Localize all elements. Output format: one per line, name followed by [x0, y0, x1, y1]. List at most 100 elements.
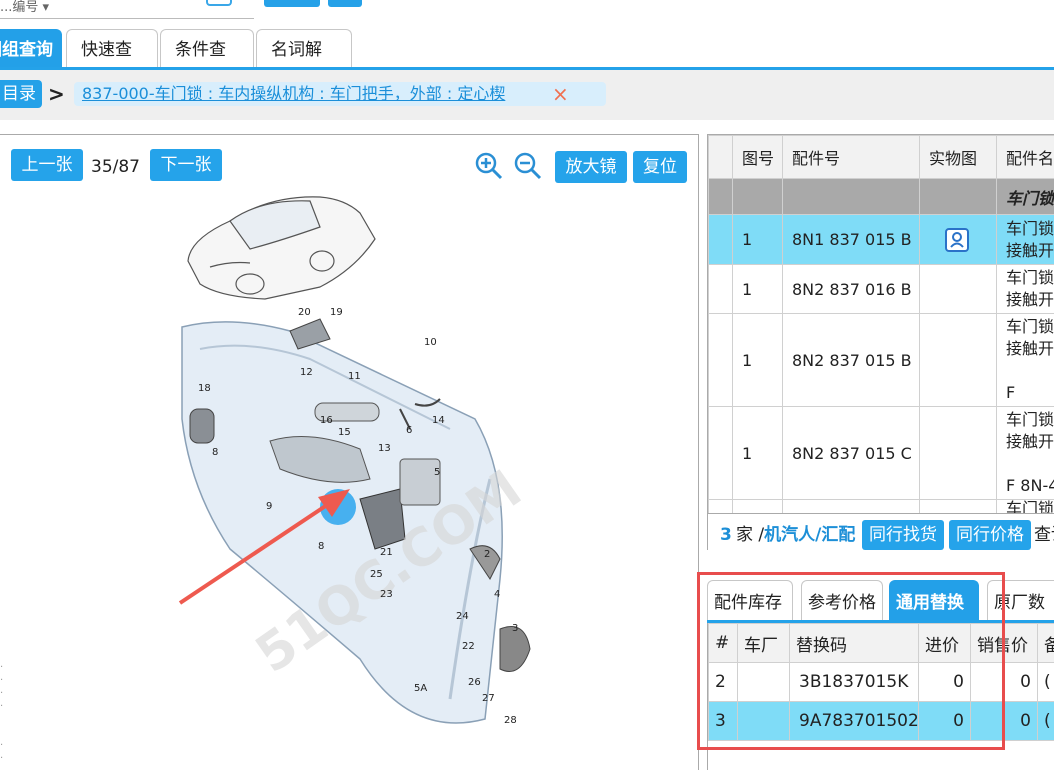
tab-condition-query[interactable]: 条件查询 [160, 29, 254, 100]
tab-label: 通用替换 [896, 593, 964, 613]
cell-replacement-code[interactable]: 3B1837015K [789, 662, 919, 702]
cell-note: ( [1037, 662, 1054, 702]
cell-part-no[interactable]: 8N2 837 015 C [782, 406, 920, 500]
cell-index: 2 [708, 662, 738, 702]
name-line: 车门锁， [1006, 218, 1054, 238]
callout-label: 23 [380, 589, 393, 600]
cell-sale-price: 0 [970, 662, 1038, 702]
diagram-viewer: 上一张 35/87 下一张 放大镜 复位 51QC.COM 20 19 12 1… [0, 134, 699, 770]
cell-figure-no [732, 499, 783, 513]
callout-label: 10 [424, 337, 437, 348]
column-header[interactable]: 替换码 [789, 623, 919, 663]
cell-index: 3 [708, 701, 738, 741]
detail-tabs: 配件库存 参考价格 通用替换 原厂数据 [707, 580, 1054, 657]
peer-price-button[interactable]: 同行价格 [949, 520, 1031, 550]
cell-part-no[interactable]: 8N1 837 015 B [782, 214, 920, 265]
breadcrumb-root-button[interactable]: 目录 [0, 80, 42, 108]
name-line: 接触开关 [1006, 290, 1054, 309]
supplier-text: 家 /机汽人/汇配 [736, 514, 855, 556]
callout-label: 20 [298, 307, 311, 318]
magnifier-button[interactable]: 放大镜 [555, 151, 627, 183]
column-header[interactable]: # [708, 623, 738, 663]
cell-replacement-code[interactable]: 9A783701502 [789, 701, 919, 741]
row-gutter-header [708, 135, 733, 179]
callout-label: 5 [434, 467, 440, 478]
column-header[interactable]: 图号 [732, 135, 783, 179]
column-header[interactable]: 配件号 [782, 135, 920, 179]
callout-label: 11 [348, 371, 361, 382]
callout-label: 19 [330, 307, 343, 318]
close-icon[interactable]: × [552, 82, 569, 106]
cell-photo[interactable] [919, 214, 997, 265]
group-label: 车门锁 [996, 178, 1054, 215]
callout-label: 14 [432, 415, 445, 426]
table-row[interactable]: 车门锁 [708, 499, 1054, 513]
column-header[interactable]: 备 [1037, 623, 1054, 663]
cell-cost: 0 [918, 701, 971, 741]
table-row[interactable]: 1 8N1 837 015 B 车门锁，接触开关 [708, 214, 1054, 265]
callout-label: 4 [494, 589, 500, 600]
tab-oem-data[interactable]: 原厂数据 [987, 580, 1054, 657]
table-row[interactable]: 3 9A783701502 0 0 ( [708, 701, 1054, 741]
tab-reference-price[interactable]: 参考价格 [801, 580, 883, 620]
column-header[interactable]: 销售价 [970, 623, 1038, 663]
column-header[interactable]: 实物图 [919, 135, 997, 179]
top-menu-button[interactable] [328, 0, 362, 7]
breadcrumb-separator: > [48, 82, 65, 106]
column-header[interactable]: 配件名称 [996, 135, 1054, 179]
column-header[interactable]: 车厂 [737, 623, 790, 663]
photo-icon[interactable] [945, 227, 969, 252]
parts-list: 图号 配件号 实物图 配件名称 车门锁 1 8N1 837 015 B 车门锁，… [707, 134, 1054, 514]
breadcrumb-current: 837-000-车门锁 : 车内操纵机构 : 车门把手，外部 : 定心楔 × [74, 82, 606, 106]
callout-label: 2 [484, 549, 490, 560]
tab-quick-query[interactable]: 快速查询 [66, 29, 158, 100]
cell-part-no[interactable]: 8N2 837 016 B [782, 264, 920, 314]
callout-label: 6 [406, 425, 412, 436]
cell-part-no[interactable]: 8N2 837 015 B [782, 313, 920, 407]
callout-label: 5A [414, 683, 427, 694]
name-line: 车门锁， [1006, 317, 1054, 336]
query-link[interactable]: 查询 [1034, 514, 1054, 556]
cell-photo [919, 406, 997, 500]
peer-find-button[interactable]: 同行找货 [862, 520, 944, 550]
side-caption: · · · · · · [0, 662, 4, 764]
supplier-prefix: 家 / [736, 525, 765, 545]
zoom-in-icon[interactable] [474, 151, 504, 181]
parts-diagram[interactable]: 51QC.COM 20 19 12 11 10 18 16 15 13 6 14… [170, 179, 550, 739]
annotation-arrow [178, 489, 350, 605]
cell-figure-no: 1 [732, 406, 783, 500]
table-row[interactable]: 2 3B1837015K 0 0 ( [708, 662, 1054, 702]
tab-glossary[interactable]: 名词解释 [256, 29, 352, 100]
supplier-names-link[interactable]: 机汽人/汇配 [764, 525, 855, 545]
table-row[interactable]: 1 8N2 837 016 B 车门锁， 接触开关 [708, 264, 1054, 314]
parts-table: 图号 配件号 实物图 配件名称 车门锁 1 8N1 837 015 B 车门锁，… [708, 135, 1054, 513]
tab-group-query[interactable]: 图组查询 [0, 29, 62, 67]
cell-cost: 0 [918, 662, 971, 702]
zoom-out-icon[interactable] [513, 151, 543, 181]
callout-label: 24 [456, 611, 469, 622]
cell-figure-no: 1 [732, 264, 783, 314]
tab-stock[interactable]: 配件库存 [707, 580, 793, 620]
cell-part-name: 车门锁，接触开关 [996, 214, 1054, 265]
column-header[interactable]: 进价 [918, 623, 971, 663]
main-tabs: 图组查询 快速查询 条件查询 名词解释 [0, 29, 1054, 100]
next-image-button[interactable]: 下一张 [150, 149, 222, 181]
top-search-button[interactable] [264, 0, 320, 7]
breadcrumb-path-link[interactable]: 837-000-车门锁 : 车内操纵机构 : 车门把手，外部 : 定心楔 [82, 82, 505, 106]
keyboard-icon[interactable] [206, 0, 232, 6]
top-search-field[interactable]: ...编号 ▾ [0, 0, 254, 19]
prev-image-button[interactable]: 上一张 [11, 149, 83, 181]
row-gutter [708, 313, 733, 407]
reset-button[interactable]: 复位 [633, 151, 687, 183]
row-gutter [708, 214, 733, 265]
table-row[interactable]: 1 8N2 837 015 C 车门锁， 接触开关 F 8N-4- [708, 406, 1054, 500]
cell-note: ( [1037, 701, 1054, 741]
table-row[interactable]: 1 8N2 837 015 B 车门锁， 接触开关 F [708, 313, 1054, 407]
top-search-text: ...编号 ▾ [0, 0, 50, 15]
cell-photo [919, 499, 997, 513]
callout-label: 15 [338, 427, 351, 438]
tab-universal-replacement[interactable]: 通用替换 [889, 580, 979, 620]
cell-photo [919, 264, 997, 314]
cell-part-no[interactable] [782, 499, 920, 513]
callout-label: 28 [504, 715, 517, 726]
